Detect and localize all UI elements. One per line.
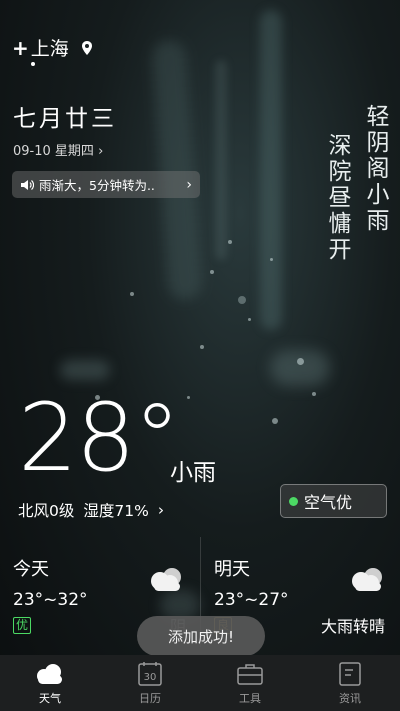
calendar-icon: 30 [138, 661, 162, 686]
air-quality-button[interactable]: 空气优 [280, 484, 387, 518]
nav-tab-tools[interactable]: 工具 [200, 655, 300, 711]
solar-date: 09-10 星期四 [13, 144, 94, 159]
news-icon [339, 661, 361, 686]
chevron-right-icon: › [157, 501, 165, 519]
forecast-temp-range: 23°~32° [13, 590, 88, 610]
add-city-icon[interactable]: + [12, 38, 29, 58]
wind-humidity-link[interactable]: 北风0级 湿度71% › [18, 499, 164, 521]
rain-alert-banner[interactable]: 雨渐大，5分钟转为.. › [12, 171, 200, 198]
nav-tab-news[interactable]: 资讯 [300, 655, 400, 711]
current-temperature: 28° [18, 384, 181, 493]
page-indicator-dot [31, 62, 35, 66]
solar-date-link[interactable]: 09-10 星期四 › [13, 140, 103, 159]
chevron-right-icon: › [186, 176, 192, 193]
location-pin-icon [81, 40, 92, 55]
air-quality-label: 空气优 [304, 493, 353, 512]
city-name[interactable]: 上海 [31, 34, 69, 61]
cloud-icon [37, 663, 62, 684]
air-quality-dot [289, 496, 298, 506]
forecast-condition: 大雨转晴 [321, 617, 386, 636]
cloudy-icon [151, 568, 181, 591]
bottom-nav: 天气 30 日历 工具 资讯 [0, 655, 400, 711]
poem-line-2: 深院昼慵开 [324, 133, 350, 263]
lunar-date: 七月廿三 [13, 106, 117, 132]
forecast-day-label: 明天 [214, 559, 250, 580]
rain-alert-text: 雨渐大，5分钟转为.. [39, 178, 155, 193]
nav-label: 资讯 [339, 691, 361, 705]
toast-message: 添加成功! [137, 616, 265, 656]
city-selector[interactable]: + 上海 [12, 34, 93, 61]
current-condition: 小雨 [170, 460, 216, 486]
toolbox-icon [237, 663, 263, 685]
cloudy-icon [352, 568, 382, 591]
nav-label: 工具 [239, 691, 261, 705]
forecast-quality-badge: 优 [13, 617, 32, 634]
speaker-icon [21, 179, 34, 190]
nav-label: 天气 [39, 691, 61, 705]
nav-tab-calendar[interactable]: 30 日历 [100, 655, 200, 711]
wind-info: 北风0级 [18, 502, 75, 520]
poem-line-1: 轻阴阁小雨 [362, 104, 388, 234]
forecast-day-label: 今天 [13, 559, 49, 580]
nav-tab-weather[interactable]: 天气 [0, 655, 100, 711]
forecast-temp-range: 23°~27° [214, 590, 289, 610]
calendar-day-number: 30 [144, 672, 157, 683]
nav-label: 日历 [139, 691, 161, 705]
chevron-right-icon: › [98, 144, 104, 159]
humidity-info: 湿度71% [83, 502, 149, 520]
